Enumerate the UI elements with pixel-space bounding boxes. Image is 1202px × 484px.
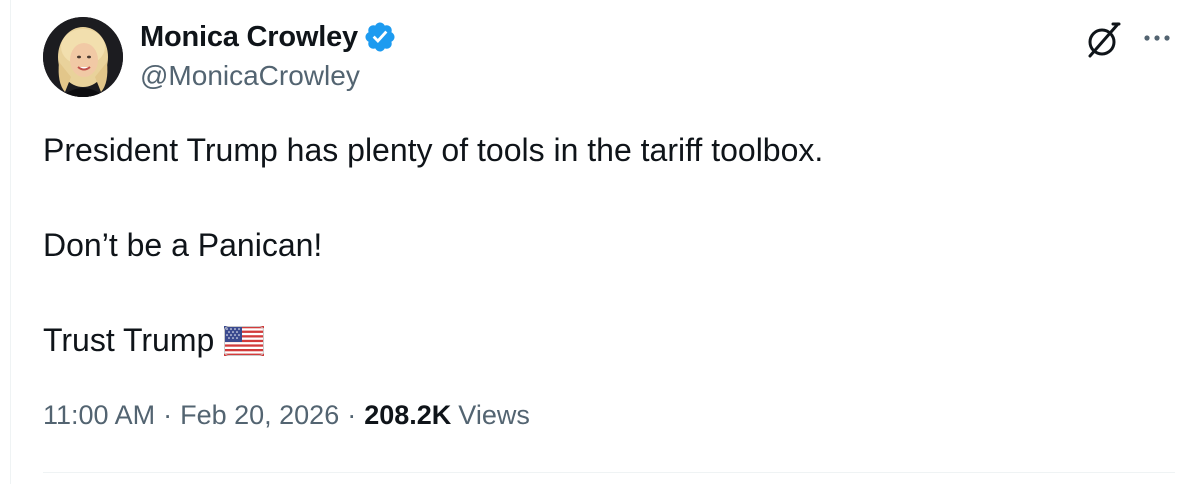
meta-separator: · — [347, 400, 357, 430]
us-flag-emoji — [224, 325, 265, 356]
author-name[interactable]: Monica Crowley — [140, 21, 358, 54]
grok-icon[interactable] — [1083, 19, 1125, 61]
tweet-text-line: President Trump has plenty of tools in t… — [43, 132, 824, 168]
verified-badge-icon[interactable] — [363, 20, 397, 54]
views-label: Views — [458, 400, 530, 430]
views-count[interactable]: 208.2K — [364, 400, 451, 431]
avatar-image — [43, 17, 123, 97]
tweet-text-line: Don’t be a Panican! — [43, 227, 323, 263]
author-name-row: Monica Crowley — [140, 19, 397, 55]
tweet-text: Trust Trump — [43, 322, 215, 358]
tweet-time[interactable]: 11:00 AM — [43, 400, 155, 431]
tweet-meta: 11:00 AM · Feb 20, 2026 · 208.2K Views — [43, 400, 530, 431]
left-border — [10, 0, 11, 484]
divider — [43, 472, 1175, 473]
tweet-date[interactable]: Feb 20, 2026 — [180, 400, 339, 431]
tweet: Monica Crowley @MonicaCrowley President … — [43, 0, 1175, 484]
more-icon[interactable] — [1139, 26, 1175, 50]
avatar[interactable] — [43, 17, 123, 97]
tweet-text-line-with-emoji: Trust Trump — [43, 320, 265, 360]
meta-separator: · — [163, 400, 173, 430]
author-handle[interactable]: @MonicaCrowley — [140, 60, 360, 92]
